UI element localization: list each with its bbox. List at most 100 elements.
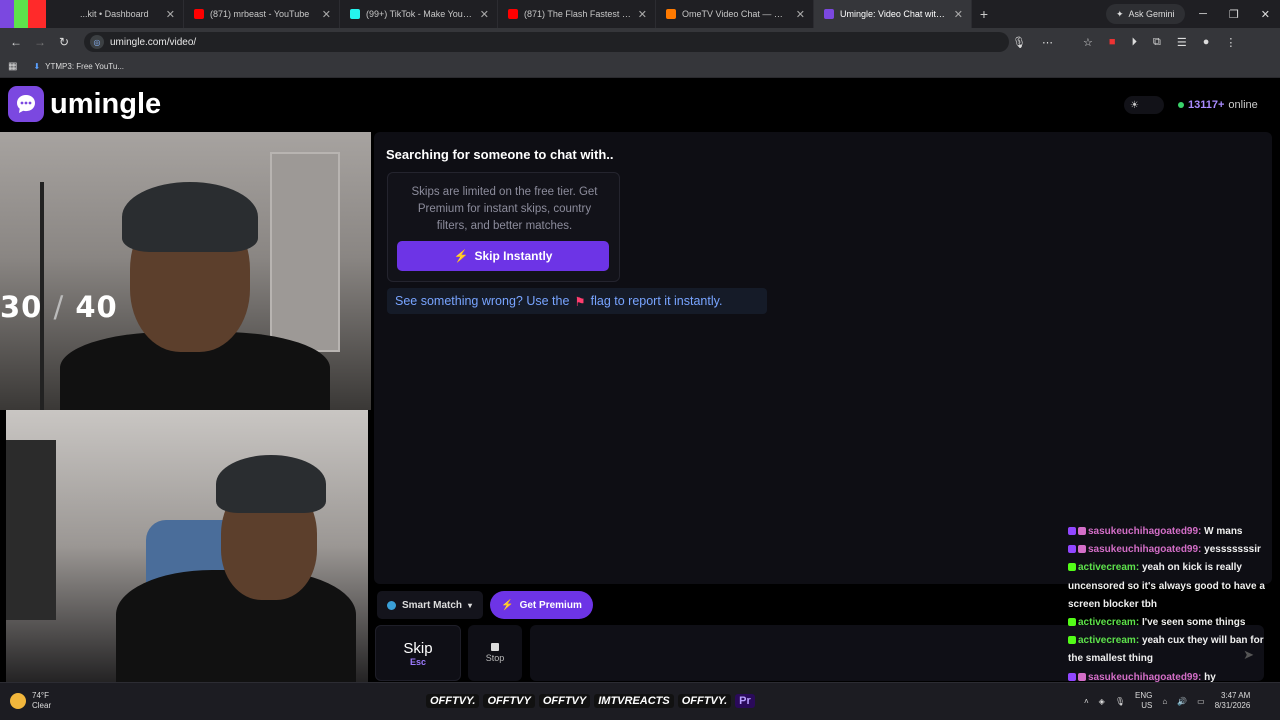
umingle-logo[interactable]: umingle: [8, 86, 161, 122]
tab-title: OmeTV Video Chat — Ome: [682, 9, 790, 19]
close-tab-icon[interactable]: ✕: [480, 8, 489, 21]
close-tab-icon[interactable]: ✕: [638, 8, 647, 21]
counter-current: 30: [0, 290, 43, 324]
tab-title: Umingle: Video Chat with S: [840, 9, 948, 19]
chat-username: sasukeuchihagoated99:: [1088, 671, 1202, 683]
gemini-icon: ✦: [1116, 8, 1124, 19]
tab-ometv[interactable]: OmeTV Video Chat — Ome ✕: [656, 0, 814, 28]
wall-poster: [6, 440, 56, 620]
get-premium-button[interactable]: ⚡ Get Premium: [490, 591, 593, 619]
banner-item: OFFTVY: [483, 694, 535, 708]
tab-title: ...kit • Dashboard: [80, 9, 149, 19]
chat-username: activecream:: [1078, 635, 1140, 647]
chat-text: hy: [1204, 671, 1216, 683]
online-dot: [1178, 102, 1184, 108]
kick-icon: [1068, 618, 1076, 627]
report-hint: See something wrong? Use the ⚑ flag to r…: [387, 288, 767, 314]
skip-button[interactable]: Skip Esc: [375, 625, 461, 681]
tab-search-icon[interactable]: ☰: [1177, 36, 1187, 49]
site-info-icon[interactable]: ◎: [90, 35, 104, 49]
bookmarks-bar: ▦ ⬇ YTMP3: Free YouTu...: [0, 56, 1280, 78]
online-count: 13117+: [1188, 99, 1225, 111]
browser-toolbar: 🎙 ⋯ ☆ ■ ⏵ ⧉ ☰ ● ⋮: [1012, 32, 1236, 52]
bookmark-star-icon[interactable]: ☆: [1083, 36, 1093, 49]
free-tier-notice: Skips are limited on the free tier. Get …: [387, 172, 620, 282]
local-video-feed: 30 / 40: [0, 132, 371, 410]
system-tray: ˄ ◈ 🎙 ENG US ⌂ 🔊 ▭ 3:47 AM 8/31/2026: [1084, 691, 1250, 711]
tab-youtube-flash[interactable]: (871) The Flash Fastest Moment ✕: [498, 0, 656, 28]
star-badge-icon: [1078, 545, 1086, 554]
weather-temp: 74°F: [32, 691, 49, 700]
clock[interactable]: 3:47 AM 8/31/2026: [1215, 691, 1251, 711]
mic-icon[interactable]: 🎙: [1012, 36, 1026, 49]
extension-red-icon[interactable]: ■: [1109, 36, 1116, 48]
apps-grid-icon[interactable]: ▦: [8, 61, 17, 72]
ometv-icon: [666, 9, 676, 19]
chat-message: sasukeuchihagoated99: yesssssssir: [1068, 541, 1278, 559]
close-tab-icon[interactable]: ✕: [322, 8, 331, 21]
profile-avatar[interactable]: ●: [1203, 36, 1210, 48]
weather-desc: Clear: [32, 701, 52, 710]
skip-instantly-label: Skip Instantly: [474, 249, 553, 263]
close-tab-icon[interactable]: ✕: [954, 8, 963, 21]
close-tab-icon[interactable]: ✕: [796, 8, 805, 21]
lightning-icon: ⚡: [501, 599, 514, 611]
chat-bubble-icon: [8, 86, 44, 122]
close-tab-icon[interactable]: ✕: [166, 8, 175, 21]
minimize-icon[interactable]: ─: [1199, 8, 1207, 20]
counter-separator: /: [53, 290, 65, 324]
chat-username: activecream:: [1078, 562, 1140, 574]
youtube-icon: [194, 9, 204, 19]
youtube-icon: [508, 9, 518, 19]
new-tab-button[interactable]: +: [972, 6, 996, 22]
stream-logo: [0, 0, 70, 28]
reload-icon[interactable]: ↻: [52, 35, 76, 49]
chat-username: activecream:: [1078, 617, 1140, 629]
tab-youtube-mrbeast[interactable]: (871) mrbeast - YouTube ✕: [184, 0, 340, 28]
weather-moon-icon: [10, 693, 26, 709]
url-input[interactable]: ◎ umingle.com/video/: [84, 32, 1009, 52]
person-beanie: [122, 182, 258, 252]
forward-icon[interactable]: →: [28, 35, 52, 49]
tray-chevron-icon[interactable]: ˄: [1084, 697, 1089, 706]
language-indicator[interactable]: ENG US: [1135, 691, 1152, 711]
extensions-icon[interactable]: ⧉: [1153, 36, 1161, 49]
tab-dashboard[interactable]: ...kit • Dashboard ✕: [70, 0, 184, 28]
premiere-icon[interactable]: Pr: [735, 694, 755, 708]
bookmark-ytmp3[interactable]: YTMP3: Free YouTu...: [45, 62, 124, 71]
umingle-icon: [824, 9, 834, 19]
report-prefix: See something wrong? Use the: [395, 294, 570, 308]
tab-tiktok[interactable]: (99+) TikTok - Make Your Day ✕: [340, 0, 498, 28]
menu-icon[interactable]: ⋮: [1225, 36, 1236, 49]
logo-wordmark: umingle: [50, 87, 162, 120]
skip-instantly-button[interactable]: ⚡ Skip Instantly: [397, 241, 609, 271]
counter-total: 40: [75, 290, 118, 324]
smart-match-dropdown[interactable]: Smart Match ▾: [377, 591, 483, 619]
chevron-down-icon: ▾: [468, 600, 473, 610]
browser-tab-bar: ...kit • Dashboard ✕ (871) mrbeast - You…: [0, 0, 1280, 28]
back-icon[interactable]: ←: [4, 35, 28, 49]
smart-match-label: Smart Match: [402, 599, 463, 611]
tab-title: (871) The Flash Fastest Moment: [524, 9, 632, 19]
tray-mic-icon[interactable]: 🎙: [1115, 697, 1125, 706]
battery-icon[interactable]: ▭: [1197, 697, 1205, 706]
theme-toggle[interactable]: ☀: [1124, 96, 1164, 114]
weather-widget[interactable]: 74°F Clear: [10, 691, 51, 711]
network-icon[interactable]: ⌂: [1162, 697, 1167, 706]
twitch-icon: [1068, 527, 1076, 535]
stream-chat-overlay: sasukeuchihagoated99: W mans sasukeuchih…: [1068, 523, 1278, 687]
media-icon[interactable]: ⏵: [1132, 36, 1138, 49]
lang-code: ENG: [1134, 691, 1153, 700]
tab-umingle[interactable]: Umingle: Video Chat with S ✕: [814, 0, 972, 28]
ask-gemini-button[interactable]: ✦ Ask Gemini: [1106, 4, 1185, 24]
more-dots-icon[interactable]: ⋯: [1042, 36, 1053, 49]
online-label: online: [1228, 99, 1258, 111]
restore-icon[interactable]: ❐: [1229, 8, 1239, 21]
tray-app-icon[interactable]: ◈: [1099, 697, 1105, 706]
volume-icon[interactable]: 🔊: [1177, 697, 1187, 706]
close-window-icon[interactable]: ✕: [1261, 8, 1270, 21]
stream-banner-overlay: OFFTVY. OFFTVY OFFTVY IMTVREACTS OFFTVY.…: [426, 694, 755, 708]
stop-button[interactable]: Stop: [468, 625, 522, 681]
tiktok-icon: [350, 9, 360, 19]
kick-icon: [1068, 636, 1076, 645]
